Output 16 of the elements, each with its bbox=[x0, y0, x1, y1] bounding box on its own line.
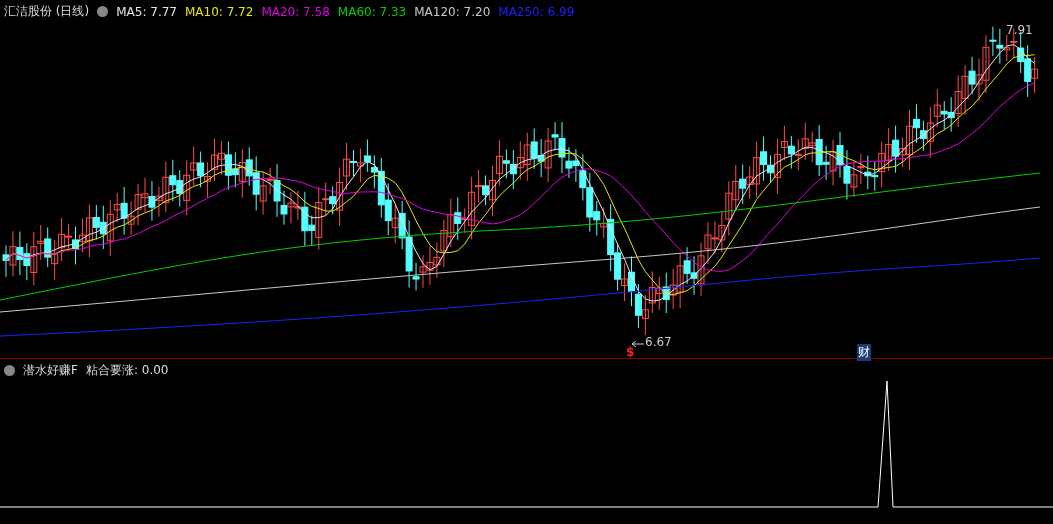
signal-marker: $ bbox=[626, 345, 635, 359]
finance-marker[interactable]: 财 bbox=[857, 344, 871, 361]
chart-title: 汇洁股份 (日线) bbox=[4, 3, 90, 20]
indicator-label: MA250: 6.99 bbox=[498, 4, 575, 19]
indicator-label: MA5: 7.77 bbox=[116, 4, 177, 19]
low-price-label: 6.67 bbox=[645, 335, 672, 349]
indicator-label: MA20: 7.58 bbox=[261, 4, 330, 19]
indicator-reading: 粘合要涨: 0.00 bbox=[85, 362, 169, 379]
dropdown-icon[interactable] bbox=[4, 365, 15, 376]
indicator-label: MA10: 7.72 bbox=[184, 4, 254, 19]
indicator-label: MA120: 7.20 bbox=[414, 4, 491, 19]
indicator-title: 潜水好赚F bbox=[23, 362, 78, 379]
arrow-icon bbox=[632, 341, 644, 347]
dropdown-icon[interactable] bbox=[97, 6, 109, 17]
high-price-label: 7.91 bbox=[1006, 23, 1033, 37]
indicator-label: MA60: 7.33 bbox=[337, 4, 407, 19]
